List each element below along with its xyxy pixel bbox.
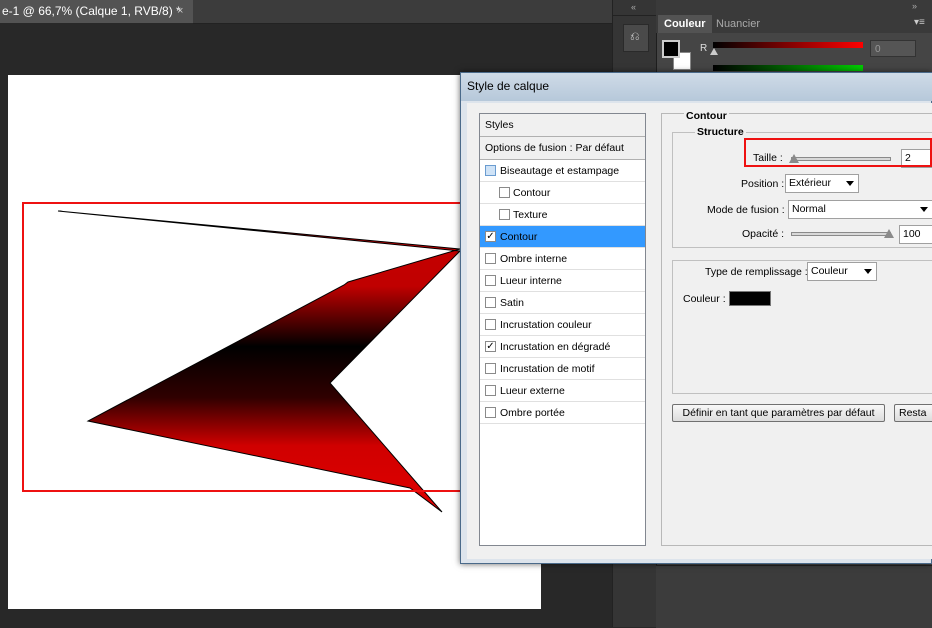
style-item-label: Satin — [500, 297, 524, 309]
collapse-icon[interactable]: » — [912, 1, 917, 11]
style-item[interactable]: Lueur externe — [480, 380, 645, 402]
style-item-label: Ombre interne — [500, 253, 568, 265]
checkbox-icon[interactable] — [499, 209, 510, 220]
color-label: Couleur : — [683, 293, 726, 305]
channel-r-slider[interactable] — [713, 42, 863, 48]
style-item[interactable]: Biseautage et estampage — [480, 160, 645, 182]
style-item[interactable]: ✓ Incrustation en dégradé — [480, 336, 645, 358]
fill-type-select[interactable]: Couleur — [807, 262, 877, 281]
style-item-label: Lueur externe — [500, 385, 565, 397]
style-item-label: Biseautage et estampage — [500, 165, 620, 177]
structure-title: Structure — [695, 126, 746, 138]
style-item[interactable]: Incrustation couleur — [480, 314, 645, 336]
highlight-box-shape — [22, 202, 510, 492]
dialog-title: Style de calque — [467, 79, 550, 93]
set-default-button[interactable]: Définir en tant que paramètres par défau… — [672, 404, 885, 422]
tab-couleur[interactable]: Couleur — [658, 15, 712, 33]
fill-type-label: Type de remplissage : — [703, 266, 810, 278]
document-tab-title: e-1 @ 66,7% (Calque 1, RVB/8) * — [2, 4, 181, 18]
reset-default-button[interactable]: Resta — [894, 404, 932, 422]
checkbox-icon[interactable] — [485, 275, 496, 286]
channel-r-label: R — [700, 43, 708, 54]
checkbox-icon[interactable] — [485, 385, 496, 396]
document-tab[interactable]: e-1 @ 66,7% (Calque 1, RVB/8) * × — [0, 0, 193, 23]
style-item-label: Texture — [513, 209, 548, 221]
blend-mode-select[interactable]: Normal — [788, 200, 932, 219]
style-item[interactable]: Satin — [480, 292, 645, 314]
chevron-down-icon — [920, 207, 928, 212]
checkbox-icon[interactable] — [485, 253, 496, 264]
style-item-label: Incrustation de motif — [500, 363, 595, 375]
stroke-color-swatch[interactable] — [729, 291, 771, 306]
channel-g-slider[interactable] — [713, 65, 863, 71]
style-item-label: Ombre portée — [500, 407, 565, 419]
panel-menu-icon[interactable]: ▾≡ — [914, 17, 925, 28]
style-item-label: Incrustation en dégradé — [500, 341, 611, 353]
position-select[interactable]: Extérieur — [785, 174, 859, 193]
foreground-color-swatch[interactable] — [662, 40, 680, 58]
style-item[interactable]: Contour — [480, 182, 645, 204]
fill-group: Type de remplissage : Couleur Couleur : — [672, 260, 932, 394]
checkbox-checked-icon[interactable]: ✓ — [485, 231, 496, 242]
checkbox-icon[interactable] — [485, 363, 496, 374]
styles-list: Styles Options de fusion : Par défaut Bi… — [479, 113, 646, 546]
highlight-box-size — [744, 138, 932, 167]
style-item-label: Lueur interne — [500, 275, 562, 287]
tab-bar — [193, 0, 612, 24]
opacity-label: Opacité : — [742, 228, 785, 240]
chevron-down-icon — [846, 181, 854, 186]
style-item[interactable]: ✓ Contour — [480, 226, 645, 248]
position-label: Position : — [741, 178, 785, 190]
styles-header[interactable]: Styles — [480, 114, 645, 137]
opacity-slider[interactable] — [791, 232, 891, 236]
contour-settings: Contour Structure Taille : 2 Position : … — [661, 110, 932, 546]
close-icon[interactable]: × — [177, 0, 183, 23]
style-item[interactable]: Ombre portée — [480, 402, 645, 424]
lower-panel — [656, 565, 932, 628]
dialog-title-bar[interactable]: Style de calque — [461, 73, 932, 101]
style-item-label: Incrustation couleur — [500, 319, 592, 331]
checkbox-icon[interactable] — [499, 187, 510, 198]
history-icon[interactable]: ⎌ — [623, 24, 649, 52]
style-item[interactable]: Texture — [480, 204, 645, 226]
opacity-slider-thumb-icon[interactable] — [884, 229, 894, 238]
double-chevron-icon[interactable]: « — [631, 2, 636, 12]
channel-r-input[interactable]: 0 — [870, 40, 916, 57]
checkbox-checked-icon[interactable]: ✓ — [485, 341, 496, 352]
style-item-label: Contour — [513, 187, 551, 199]
section-title: Contour — [684, 110, 729, 122]
checkbox-icon[interactable] — [485, 407, 496, 418]
blend-mode-label: Mode de fusion : — [707, 204, 785, 216]
opacity-input[interactable]: 100 — [899, 225, 932, 244]
style-item[interactable]: Incrustation de motif — [480, 358, 645, 380]
style-item[interactable]: Lueur interne — [480, 270, 645, 292]
panel-top-bar: » — [656, 0, 932, 15]
style-item-label: Contour — [500, 231, 538, 243]
checkbox-icon[interactable] — [485, 319, 496, 330]
blend-options-item[interactable]: Options de fusion : Par défaut — [480, 137, 645, 160]
panel-tabs: Couleur Nuancier ▾≡ — [656, 15, 932, 33]
style-item[interactable]: Ombre interne — [480, 248, 645, 270]
tab-nuancier[interactable]: Nuancier — [710, 15, 766, 33]
checkbox-icon[interactable] — [485, 165, 496, 176]
checkbox-icon[interactable] — [485, 297, 496, 308]
chevron-down-icon — [864, 269, 872, 274]
slider-thumb-icon[interactable] — [710, 48, 718, 55]
